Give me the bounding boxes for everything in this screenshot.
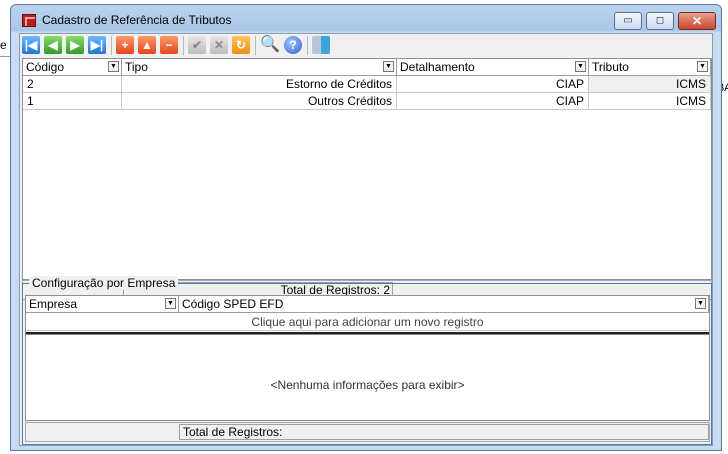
toolbar-separator [255, 36, 256, 55]
background-text: e G [0, 38, 7, 52]
column-header-empresa[interactable]: Empresa ▼ [26, 296, 179, 313]
column-header-label: Detalhamento [400, 60, 475, 74]
window-content: |◀ ◀ ▶ ▶| + ▲ − ✔ ✕ ↻ 🔍 ? Código ▼ Tipo [19, 33, 713, 446]
filter-dropdown-icon[interactable]: ▼ [697, 61, 708, 72]
cell-tributo[interactable]: ICMS [589, 76, 711, 93]
column-header-label: Código SPED EFD [182, 297, 284, 311]
add-new-record-row[interactable]: Clique aqui para adicionar um novo regis… [26, 313, 709, 331]
filter-dropdown-icon[interactable]: ▼ [383, 61, 394, 72]
filter-dropdown-icon[interactable]: ▼ [165, 298, 176, 309]
toolbar: |◀ ◀ ▶ ▶| + ▲ − ✔ ✕ ↻ 🔍 ? [20, 34, 712, 58]
cell-detalhamento[interactable]: CIAP [397, 93, 589, 110]
exit-button[interactable] [312, 36, 330, 54]
maximize-button[interactable]: ◻ [646, 12, 674, 30]
cell-codigo[interactable]: 2 [23, 76, 122, 93]
refresh-button[interactable]: ↻ [232, 36, 250, 54]
column-header-codigo-sped[interactable]: Código SPED EFD ▼ [179, 296, 709, 313]
main-window: Cadastro de Referência de Tributos ▭ ◻ ✕… [10, 4, 722, 451]
minimize-button[interactable]: ▭ [614, 12, 642, 30]
toolbar-separator [307, 36, 308, 55]
edit-button[interactable]: ▲ [138, 36, 156, 54]
toolbar-separator [183, 36, 184, 55]
filter-dropdown-icon[interactable]: ▼ [575, 61, 586, 72]
add-button[interactable]: + [116, 36, 134, 54]
column-header-label: Empresa [29, 297, 78, 311]
empty-message: <Nenhuma informações para exibir> [270, 378, 465, 392]
search-button[interactable]: 🔍 [260, 36, 280, 54]
cell-tributo[interactable]: ICMS [589, 93, 711, 110]
group-title: Configuração por Empresa [29, 276, 179, 290]
cancel-button[interactable]: ✕ [210, 36, 228, 54]
empresa-grid: Empresa ▼ Código SPED EFD ▼ Clique aqui … [25, 295, 710, 421]
previous-record-button[interactable]: ◀ [44, 36, 62, 54]
column-header-label: Tipo [125, 60, 148, 74]
column-header-label: Código [26, 60, 65, 74]
config-grid-footer: Total de Registros: [25, 422, 710, 442]
filter-dropdown-icon[interactable]: ▼ [108, 61, 119, 72]
column-header-tributo[interactable]: Tributo ▼ [589, 59, 711, 76]
cell-tipo[interactable]: Estorno de Créditos [122, 76, 397, 93]
filter-dropdown-icon[interactable]: ▼ [695, 298, 706, 309]
column-header-tipo[interactable]: Tipo ▼ [122, 59, 397, 76]
title-bar[interactable]: Cadastro de Referência de Tributos ▭ ◻ ✕ [11, 5, 721, 33]
next-record-button[interactable]: ▶ [66, 36, 84, 54]
column-header-codigo[interactable]: Código ▼ [23, 59, 122, 76]
confirm-button[interactable]: ✔ [188, 36, 206, 54]
tributos-grid: Código ▼ Tipo ▼ Detalhamento ▼ Tributo ▼… [22, 58, 712, 280]
toolbar-separator [111, 36, 112, 55]
cell-tipo[interactable]: Outros Créditos [122, 93, 397, 110]
config-group: Configuração por Empresa Empresa ▼ Códig… [22, 276, 712, 445]
cell-codigo[interactable]: 1 [23, 93, 122, 110]
window-title: Cadastro de Referência de Tributos [42, 13, 232, 27]
column-header-detalhamento[interactable]: Detalhamento ▼ [397, 59, 589, 76]
close-button[interactable]: ✕ [678, 12, 716, 30]
app-icon [22, 14, 36, 27]
new-row-separator [26, 332, 709, 335]
total-records: Total de Registros: [179, 424, 709, 440]
delete-button[interactable]: − [160, 36, 178, 54]
help-button[interactable]: ? [284, 36, 302, 54]
cell-detalhamento[interactable]: CIAP [397, 76, 589, 93]
first-record-button[interactable]: |◀ [22, 36, 40, 54]
last-record-button[interactable]: ▶| [88, 36, 106, 54]
column-header-label: Tributo [592, 60, 629, 74]
